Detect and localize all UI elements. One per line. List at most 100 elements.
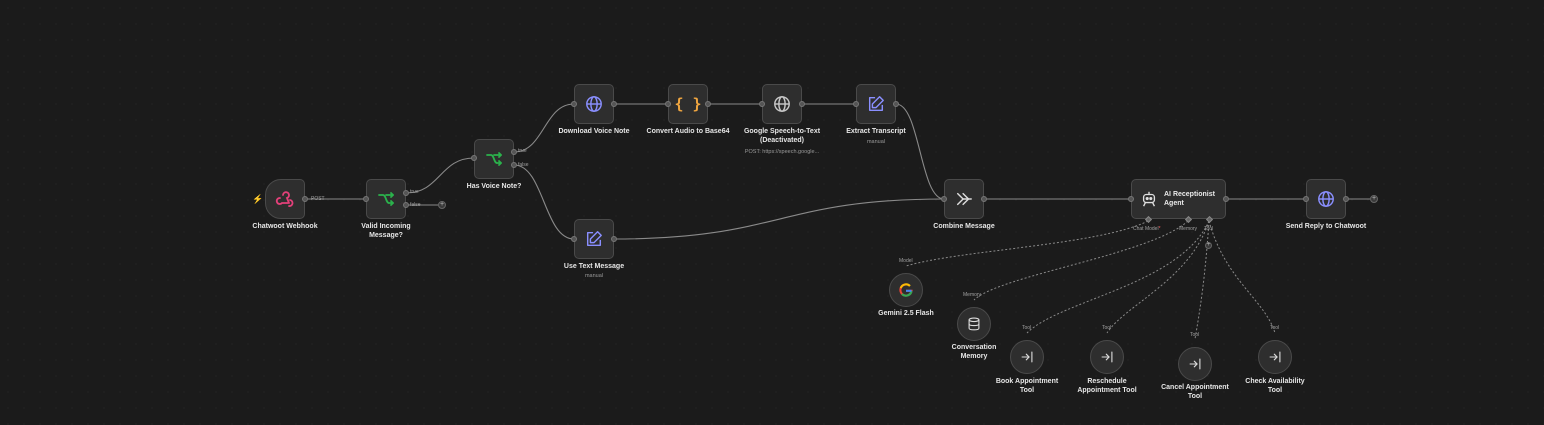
database-icon: [968, 317, 980, 331]
valid-false-label: false: [410, 202, 421, 208]
has-voice-note-node[interactable]: [474, 139, 514, 179]
extract-transcript-node[interactable]: [856, 84, 896, 124]
google-stt-label: Google Speech-to-Text (Deactivated): [743, 128, 821, 144]
edge-tool-check: [1208, 220, 1276, 334]
robot-icon: [1142, 191, 1156, 207]
use-text-message-label: Use Text Message: [563, 263, 625, 270]
add-node-button[interactable]: +: [438, 201, 446, 209]
agent-input-port[interactable]: [1128, 196, 1134, 202]
valid-incoming-node[interactable]: [366, 179, 406, 219]
edge-tool-reschedule: [1106, 220, 1210, 334]
combine-message-node[interactable]: [944, 179, 984, 219]
combine-input-port[interactable]: [941, 196, 947, 202]
download-input-port[interactable]: [571, 101, 577, 107]
globe-icon: [1318, 191, 1334, 207]
book-tool-port-label: Tool: [1022, 325, 1032, 331]
usetext-input-port[interactable]: [571, 236, 577, 242]
voice-false-label: false: [518, 162, 529, 168]
book-appointment-tool-node[interactable]: [1010, 340, 1044, 374]
if-branch-icon: [378, 192, 394, 206]
chatwoot-webhook-label: Chatwoot Webhook: [252, 223, 318, 230]
use-text-message-node[interactable]: [574, 219, 614, 259]
add-after-send-button[interactable]: +: [1370, 195, 1378, 203]
reschedule-appointment-tool-label: Reschedule Appointment Tool: [1077, 378, 1137, 394]
webhook-output-port[interactable]: [302, 196, 308, 202]
tool-arrow-icon: [1189, 358, 1201, 370]
send-reply-label: Send Reply to Chatwoot: [1285, 223, 1367, 230]
valid-true-port[interactable]: [403, 190, 409, 196]
add-tool-button[interactable]: +: [1205, 242, 1212, 249]
model-port-label: Model: [899, 258, 913, 264]
extract-input-port[interactable]: [853, 101, 859, 107]
edge-usetext-to-combine: [613, 198, 945, 240]
valid-input-port[interactable]: [363, 196, 369, 202]
convert-input-port[interactable]: [665, 101, 671, 107]
extract-output-port[interactable]: [893, 101, 899, 107]
combine-message-label: Combine Message: [933, 223, 995, 230]
chat-model-text: Chat Model: [1133, 226, 1159, 232]
stt-input-port[interactable]: [759, 101, 765, 107]
edge-voice-false-to-usetext: [513, 164, 575, 240]
edge-tool-cancel: [1194, 220, 1210, 340]
gemini-node[interactable]: [889, 273, 923, 307]
reschedule-appointment-tool-node[interactable]: [1090, 340, 1124, 374]
usetext-output-port[interactable]: [611, 236, 617, 242]
cancel-appointment-tool-node[interactable]: [1178, 347, 1212, 381]
download-output-port[interactable]: [611, 101, 617, 107]
cancel-appointment-tool-label: Cancel Appointment Tool: [1161, 384, 1229, 400]
check-availability-tool-node[interactable]: [1258, 340, 1292, 374]
send-reply-node[interactable]: [1306, 179, 1346, 219]
tool-arrow-icon: [1101, 351, 1113, 363]
gemini-label: Gemini 2.5 Flash: [878, 310, 934, 317]
valid-false-port[interactable]: [403, 202, 409, 208]
check-tool-port-label: Tool: [1270, 325, 1280, 331]
cancel-tool-port-label: Tool: [1190, 332, 1200, 338]
workflow-canvas[interactable]: ⚡ POST Chatwoot Webhook true false + Val…: [0, 0, 1544, 425]
google-stt-node[interactable]: [762, 84, 802, 124]
ai-agent-title: AI Receptionist Agent: [1164, 191, 1215, 207]
has-voice-note-label: Has Voice Note?: [466, 183, 522, 190]
convert-audio-node[interactable]: { }: [668, 84, 708, 124]
combine-output-port[interactable]: [981, 196, 987, 202]
voice-input-port[interactable]: [471, 155, 477, 161]
tool-arrow-icon: [1021, 351, 1033, 363]
trigger-bolt-icon: ⚡: [252, 194, 264, 204]
agent-output-port[interactable]: [1223, 196, 1229, 202]
valid-incoming-label: Valid Incoming Message?: [361, 223, 411, 239]
convert-output-port[interactable]: [705, 101, 711, 107]
memory-input-label: Memory: [963, 292, 982, 298]
globe-icon: [586, 96, 602, 112]
edit-icon: [586, 231, 602, 247]
memory-port-label: Memory: [1179, 226, 1198, 232]
stt-output-port[interactable]: [799, 101, 805, 107]
voice-false-port[interactable]: [511, 162, 517, 168]
send-input-port[interactable]: [1303, 196, 1309, 202]
if-branch-icon: [486, 152, 502, 166]
send-output-port[interactable]: [1343, 196, 1349, 202]
extract-transcript-sublabel: manual: [866, 139, 886, 145]
required-mark: *: [1158, 226, 1161, 232]
edge-valid-true-to-voice: [405, 157, 475, 194]
ai-receptionist-agent-node[interactable]: AI Receptionist Agent: [1131, 179, 1226, 219]
convert-audio-label: Convert Audio to Base64: [646, 128, 730, 135]
globe-icon: [774, 96, 790, 112]
reschedule-tool-port-label: Tool: [1102, 325, 1112, 331]
conversation-memory-node[interactable]: [957, 307, 991, 341]
google-stt-sublabel: POST: https://speech.google...: [744, 149, 820, 155]
chatwoot-webhook-node[interactable]: [265, 179, 305, 219]
edge-memory-conversation: [973, 220, 1189, 301]
post-port-label: POST: [311, 196, 325, 202]
edge-extract-to-combine: [895, 103, 945, 200]
chat-model-port-label: Chat Model*: [1133, 226, 1161, 232]
conversation-memory-label: Conversation Memory: [951, 344, 997, 360]
webhook-icon: [275, 191, 294, 207]
edit-icon: [868, 96, 884, 112]
download-voice-note-node[interactable]: [574, 84, 614, 124]
check-availability-tool-label: Check Availability Tool: [1245, 378, 1305, 394]
tool-arrow-icon: [1269, 351, 1281, 363]
use-text-message-sublabel: manual: [584, 273, 604, 279]
extract-transcript-label: Extract Transcript: [846, 128, 906, 135]
voice-true-port[interactable]: [511, 149, 517, 155]
download-voice-note-label: Download Voice Note: [558, 128, 630, 135]
tool-port-label: Tool: [1204, 226, 1214, 232]
